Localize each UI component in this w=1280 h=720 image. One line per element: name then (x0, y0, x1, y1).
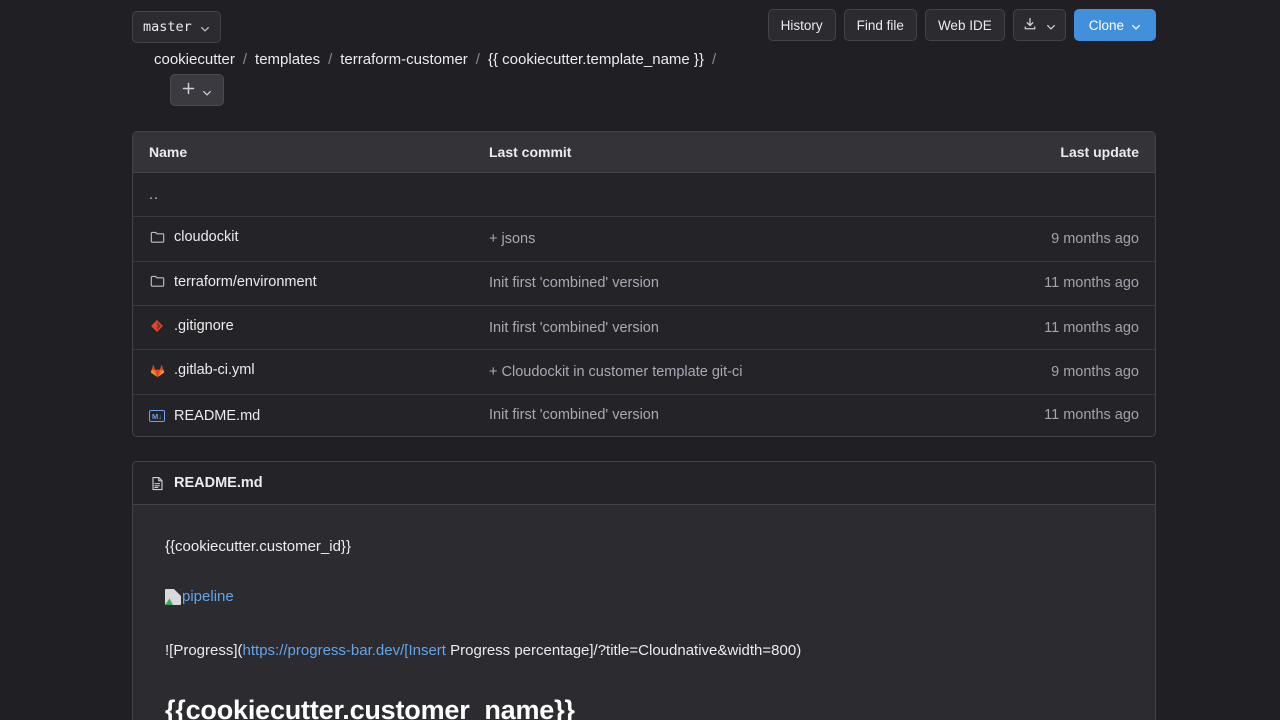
file-name-cell: .gitignore (133, 305, 473, 350)
table-header-row: Name Last commit Last update (133, 132, 1155, 173)
table-row[interactable]: .gitlab-ci.yml + Cloudockit in customer … (133, 349, 1155, 395)
file-name-cell: .gitlab-ci.yml (133, 349, 473, 395)
readme-progress-line: ![Progress](https://progress-bar.dev/[In… (165, 639, 1123, 663)
column-header-last-commit: Last commit (473, 132, 955, 173)
breadcrumb-area: master cookiecutter / templates / terraf… (132, 9, 768, 106)
commit-message-link[interactable]: Init first 'combined' version (489, 275, 659, 291)
progress-line-suffix: Progress percentage]/?title=Cloudnative&… (445, 642, 802, 659)
last-update-cell: 11 months ago (955, 261, 1155, 306)
readme-filename[interactable]: README.md (174, 475, 263, 491)
chevron-down-icon (1046, 20, 1056, 30)
file-link-readme-md[interactable]: M↓ README.md (149, 408, 260, 424)
pipeline-badge-link[interactable]: pipeline (165, 585, 234, 609)
repo-toolbar: master cookiecutter / templates / terraf… (0, 0, 1280, 106)
file-name: .gitignore (174, 318, 234, 334)
markdown-icon: M↓ (149, 408, 165, 424)
breadcrumb-separator: / (242, 51, 248, 68)
breadcrumb-item-templates[interactable]: templates (255, 51, 320, 68)
download-icon (1023, 17, 1037, 34)
breadcrumb-item-terraform-customer[interactable]: terraform-customer (340, 51, 468, 68)
download-button[interactable] (1012, 9, 1066, 41)
readme-heading: {{cookiecutter.customer_name}} (165, 689, 1123, 720)
breadcrumb-separator: / (475, 51, 480, 68)
broken-image-icon (165, 589, 181, 605)
git-file-icon (149, 318, 165, 334)
breadcrumb-separator: / (711, 51, 717, 68)
chevron-down-icon (1131, 20, 1141, 30)
breadcrumb-separator: / (328, 51, 333, 68)
last-update-cell: 9 months ago (955, 349, 1155, 395)
parent-directory-link[interactable]: .. (133, 172, 473, 217)
last-commit-cell: Init first 'combined' version (473, 305, 955, 350)
last-commit-cell: Init first 'combined' version (473, 261, 955, 306)
branch-name: master (143, 19, 192, 35)
column-header-name: Name (133, 132, 473, 173)
last-commit-cell: Init first 'combined' version (473, 394, 955, 436)
folder-icon (149, 229, 165, 245)
file-link-cloudockit[interactable]: cloudockit (149, 229, 238, 245)
chevron-down-icon (202, 85, 212, 96)
gitlab-logo-icon (149, 362, 165, 378)
repository-file-browser: master cookiecutter / templates / terraf… (0, 0, 1280, 720)
table-row[interactable]: terraform/environment Init first 'combin… (133, 261, 1155, 306)
readme-customer-id-line: {{cookiecutter.customer_id}} (165, 538, 351, 555)
readme-content: {{cookiecutter.customer_id}} pipeline ![… (133, 505, 1155, 720)
pipeline-badge-alt-text: pipeline (182, 588, 234, 605)
last-update-cell: 9 months ago (955, 216, 1155, 262)
last-commit-cell: + Cloudockit in customer template git-ci (473, 349, 955, 395)
readme-panel: README.md {{cookiecutter.customer_id}} p… (132, 461, 1156, 720)
file-list-panel: Name Last commit Last update .. cloudock… (132, 131, 1156, 437)
clone-button[interactable]: Clone (1073, 9, 1156, 41)
clone-label: Clone (1088, 17, 1124, 33)
file-name-cell: cloudockit (133, 216, 473, 262)
file-link-gitignore[interactable]: .gitignore (149, 318, 234, 334)
file-name: cloudockit (174, 229, 239, 245)
last-update-cell: 11 months ago (955, 394, 1155, 436)
file-table-body: .. cloudockit + jsons 9 months ago terra… (133, 172, 1155, 436)
readme-pipeline-badge-line: pipeline (165, 585, 1123, 613)
file-name-cell: terraform/environment (133, 261, 473, 306)
web-ide-button[interactable]: Web IDE (924, 9, 1005, 41)
add-to-tree-button[interactable] (170, 74, 224, 106)
readme-header: README.md (133, 462, 1155, 505)
commit-message-link[interactable]: + jsons (489, 231, 535, 247)
commit-message-link[interactable]: Init first 'combined' version (489, 320, 659, 336)
table-row[interactable]: M↓ README.md Init first 'combined' versi… (133, 394, 1155, 436)
file-name: terraform/environment (174, 273, 317, 290)
find-file-button[interactable]: Find file (843, 9, 917, 41)
file-name: README.md (174, 408, 261, 424)
chevron-down-icon (200, 22, 210, 32)
file-link-gitlab-ci-yml[interactable]: .gitlab-ci.yml (149, 362, 255, 378)
document-icon (149, 475, 165, 491)
commit-message-link[interactable]: Init first 'combined' version (489, 407, 659, 423)
file-name: .gitlab-ci.yml (174, 362, 255, 378)
commit-message-link[interactable]: + Cloudockit in customer template git-ci (489, 364, 742, 380)
repo-actions: History Find file Web IDE Clone (767, 9, 1156, 41)
last-commit-cell: + jsons (473, 216, 955, 262)
folder-icon (149, 274, 165, 290)
breadcrumb-item-template-name[interactable]: {{ cookiecutter.template_name }} (488, 51, 704, 68)
plus-icon (182, 82, 195, 99)
last-update-cell: 11 months ago (955, 305, 1155, 350)
breadcrumb-item-cookiecutter[interactable]: cookiecutter (154, 51, 235, 68)
branch-selector[interactable]: master (132, 11, 221, 43)
column-header-last-update: Last update (955, 132, 1155, 173)
table-row[interactable]: cloudockit + jsons 9 months ago (133, 216, 1155, 262)
breadcrumb: cookiecutter / templates / terraform-cus… (154, 51, 768, 106)
history-button[interactable]: History (767, 9, 836, 41)
file-table: Name Last commit Last update .. cloudock… (133, 132, 1155, 436)
file-name-cell: M↓ README.md (133, 394, 473, 436)
table-row[interactable]: .gitignore Init first 'combined' version… (133, 305, 1155, 350)
progress-line-prefix: ![Progress]( (165, 642, 243, 659)
progress-bar-link[interactable]: https://progress-bar.dev/[Insert (243, 642, 446, 659)
table-row-parent-directory[interactable]: .. (133, 172, 1155, 217)
file-link-terraform-environment[interactable]: terraform/environment (149, 274, 317, 290)
